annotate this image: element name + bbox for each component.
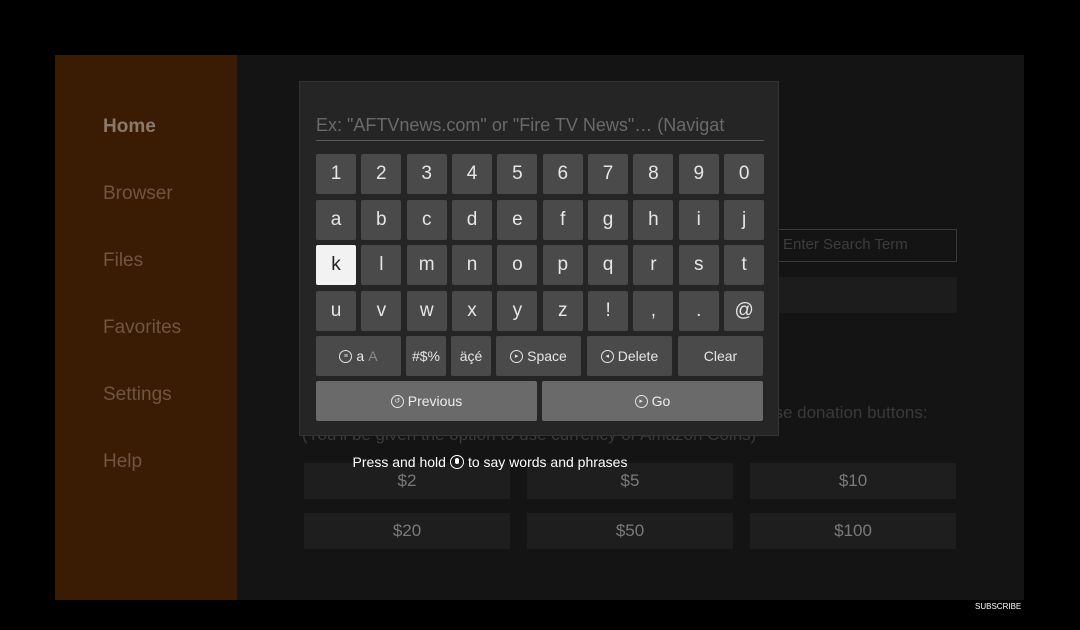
accents-label: äçé [459, 348, 483, 364]
go-label: Go [651, 393, 671, 409]
key-0-5[interactable]: 6 [542, 154, 583, 194]
key-2-3[interactable]: n [452, 245, 493, 285]
sidebar-item-files[interactable]: Files [103, 250, 143, 272]
donate-button-100[interactable]: $100 [750, 513, 956, 549]
space-key[interactable]: ▸ Space [496, 336, 581, 376]
key-1-1[interactable]: b [361, 199, 402, 240]
delete-label: Delete [617, 348, 659, 364]
key-3-1[interactable]: v [361, 290, 402, 331]
key-3-8[interactable]: . [678, 290, 719, 331]
key-0-4[interactable]: 5 [497, 154, 538, 194]
previous-label: Previous [407, 393, 463, 409]
sidebar-item-browser[interactable]: Browser [103, 183, 173, 205]
key-2-4[interactable]: o [497, 245, 538, 285]
key-1-3[interactable]: d [452, 199, 493, 240]
key-1-2[interactable]: c [406, 199, 447, 240]
key-0-1[interactable]: 2 [361, 154, 402, 194]
back-circle-icon: ↺ [390, 394, 404, 408]
key-2-6[interactable]: q [588, 245, 629, 285]
search-input[interactable] [316, 110, 764, 141]
key-0-0[interactable]: 1 [316, 154, 356, 194]
rewind-circle-icon: ◂ [600, 349, 614, 363]
key-2-7[interactable]: r [633, 245, 674, 285]
space-label: Space [527, 348, 567, 364]
key-1-0[interactable]: a [316, 199, 356, 240]
key-3-3[interactable]: x [452, 290, 493, 331]
key-0-7[interactable]: 8 [633, 154, 674, 194]
key-2-8[interactable]: s [678, 245, 719, 285]
key-0-8[interactable]: 9 [678, 154, 719, 194]
go-bar-background [770, 277, 957, 313]
key-0-9[interactable]: 0 [724, 154, 765, 194]
key-2-0[interactable]: k [316, 245, 356, 285]
microphone-icon [449, 455, 464, 469]
key-2-1[interactable]: l [361, 245, 402, 285]
voice-hint: Press and hold to say words and phrases [55, 454, 925, 470]
symbols-label: #$% [411, 348, 441, 364]
delete-key[interactable]: ◂ Delete [587, 336, 672, 376]
key-3-6[interactable]: ! [588, 290, 629, 331]
url-input-background: Enter Search Term [770, 229, 957, 262]
hint-text-before: Press and hold [352, 454, 446, 470]
case-toggle-key[interactable]: ≡ aA [316, 336, 401, 376]
key-3-4[interactable]: y [497, 290, 538, 331]
key-2-2[interactable]: m [406, 245, 447, 285]
sidebar: Home Browser Files Favorites Settings He… [55, 55, 237, 600]
case-upper-label: A [368, 348, 378, 364]
donate-button-50[interactable]: $50 [527, 513, 733, 549]
key-0-6[interactable]: 7 [588, 154, 629, 194]
key-3-2[interactable]: w [406, 290, 447, 331]
previous-button[interactable]: ↺ Previous [316, 381, 537, 421]
key-1-5[interactable]: f [542, 199, 583, 240]
key-1-9[interactable]: j [724, 199, 765, 240]
menu-circle-icon: ≡ [339, 349, 353, 363]
key-3-0[interactable]: u [316, 290, 356, 331]
case-lower-label: a [356, 348, 365, 364]
key-2-5[interactable]: p [542, 245, 583, 285]
symbols-key[interactable]: #$% [406, 336, 446, 376]
key-3-5[interactable]: z [542, 290, 583, 331]
space-circle-icon: ▸ [510, 349, 524, 363]
clear-key[interactable]: Clear [678, 336, 763, 376]
donation-text: ase donation buttons: [765, 403, 928, 422]
key-1-8[interactable]: i [678, 199, 719, 240]
keyboard-dialog: 1234567890abcdefghijklmnopqrstuvwxyz!,.@… [299, 81, 779, 436]
key-0-2[interactable]: 3 [406, 154, 447, 194]
key-1-4[interactable]: e [497, 199, 538, 240]
play-pause-circle-icon: ▸ [634, 394, 648, 408]
subscribe-watermark: SUBSCRIBE [975, 602, 1022, 611]
key-0-3[interactable]: 4 [452, 154, 493, 194]
key-3-7[interactable]: , [633, 290, 674, 331]
sidebar-item-settings[interactable]: Settings [103, 384, 172, 406]
accents-key[interactable]: äçé [451, 336, 491, 376]
key-2-9[interactable]: t [724, 245, 765, 285]
app-screen: Home Browser Files Favorites Settings He… [55, 55, 1024, 600]
sidebar-item-favorites[interactable]: Favorites [103, 317, 181, 339]
key-1-7[interactable]: h [633, 199, 674, 240]
sidebar-item-home[interactable]: Home [103, 116, 156, 138]
go-button[interactable]: ▸ Go [542, 381, 763, 421]
donate-button-20[interactable]: $20 [304, 513, 510, 549]
key-1-6[interactable]: g [588, 199, 629, 240]
clear-label: Clear [703, 348, 738, 364]
key-3-9[interactable]: @ [724, 290, 765, 331]
hint-text-after: to say words and phrases [467, 454, 628, 470]
